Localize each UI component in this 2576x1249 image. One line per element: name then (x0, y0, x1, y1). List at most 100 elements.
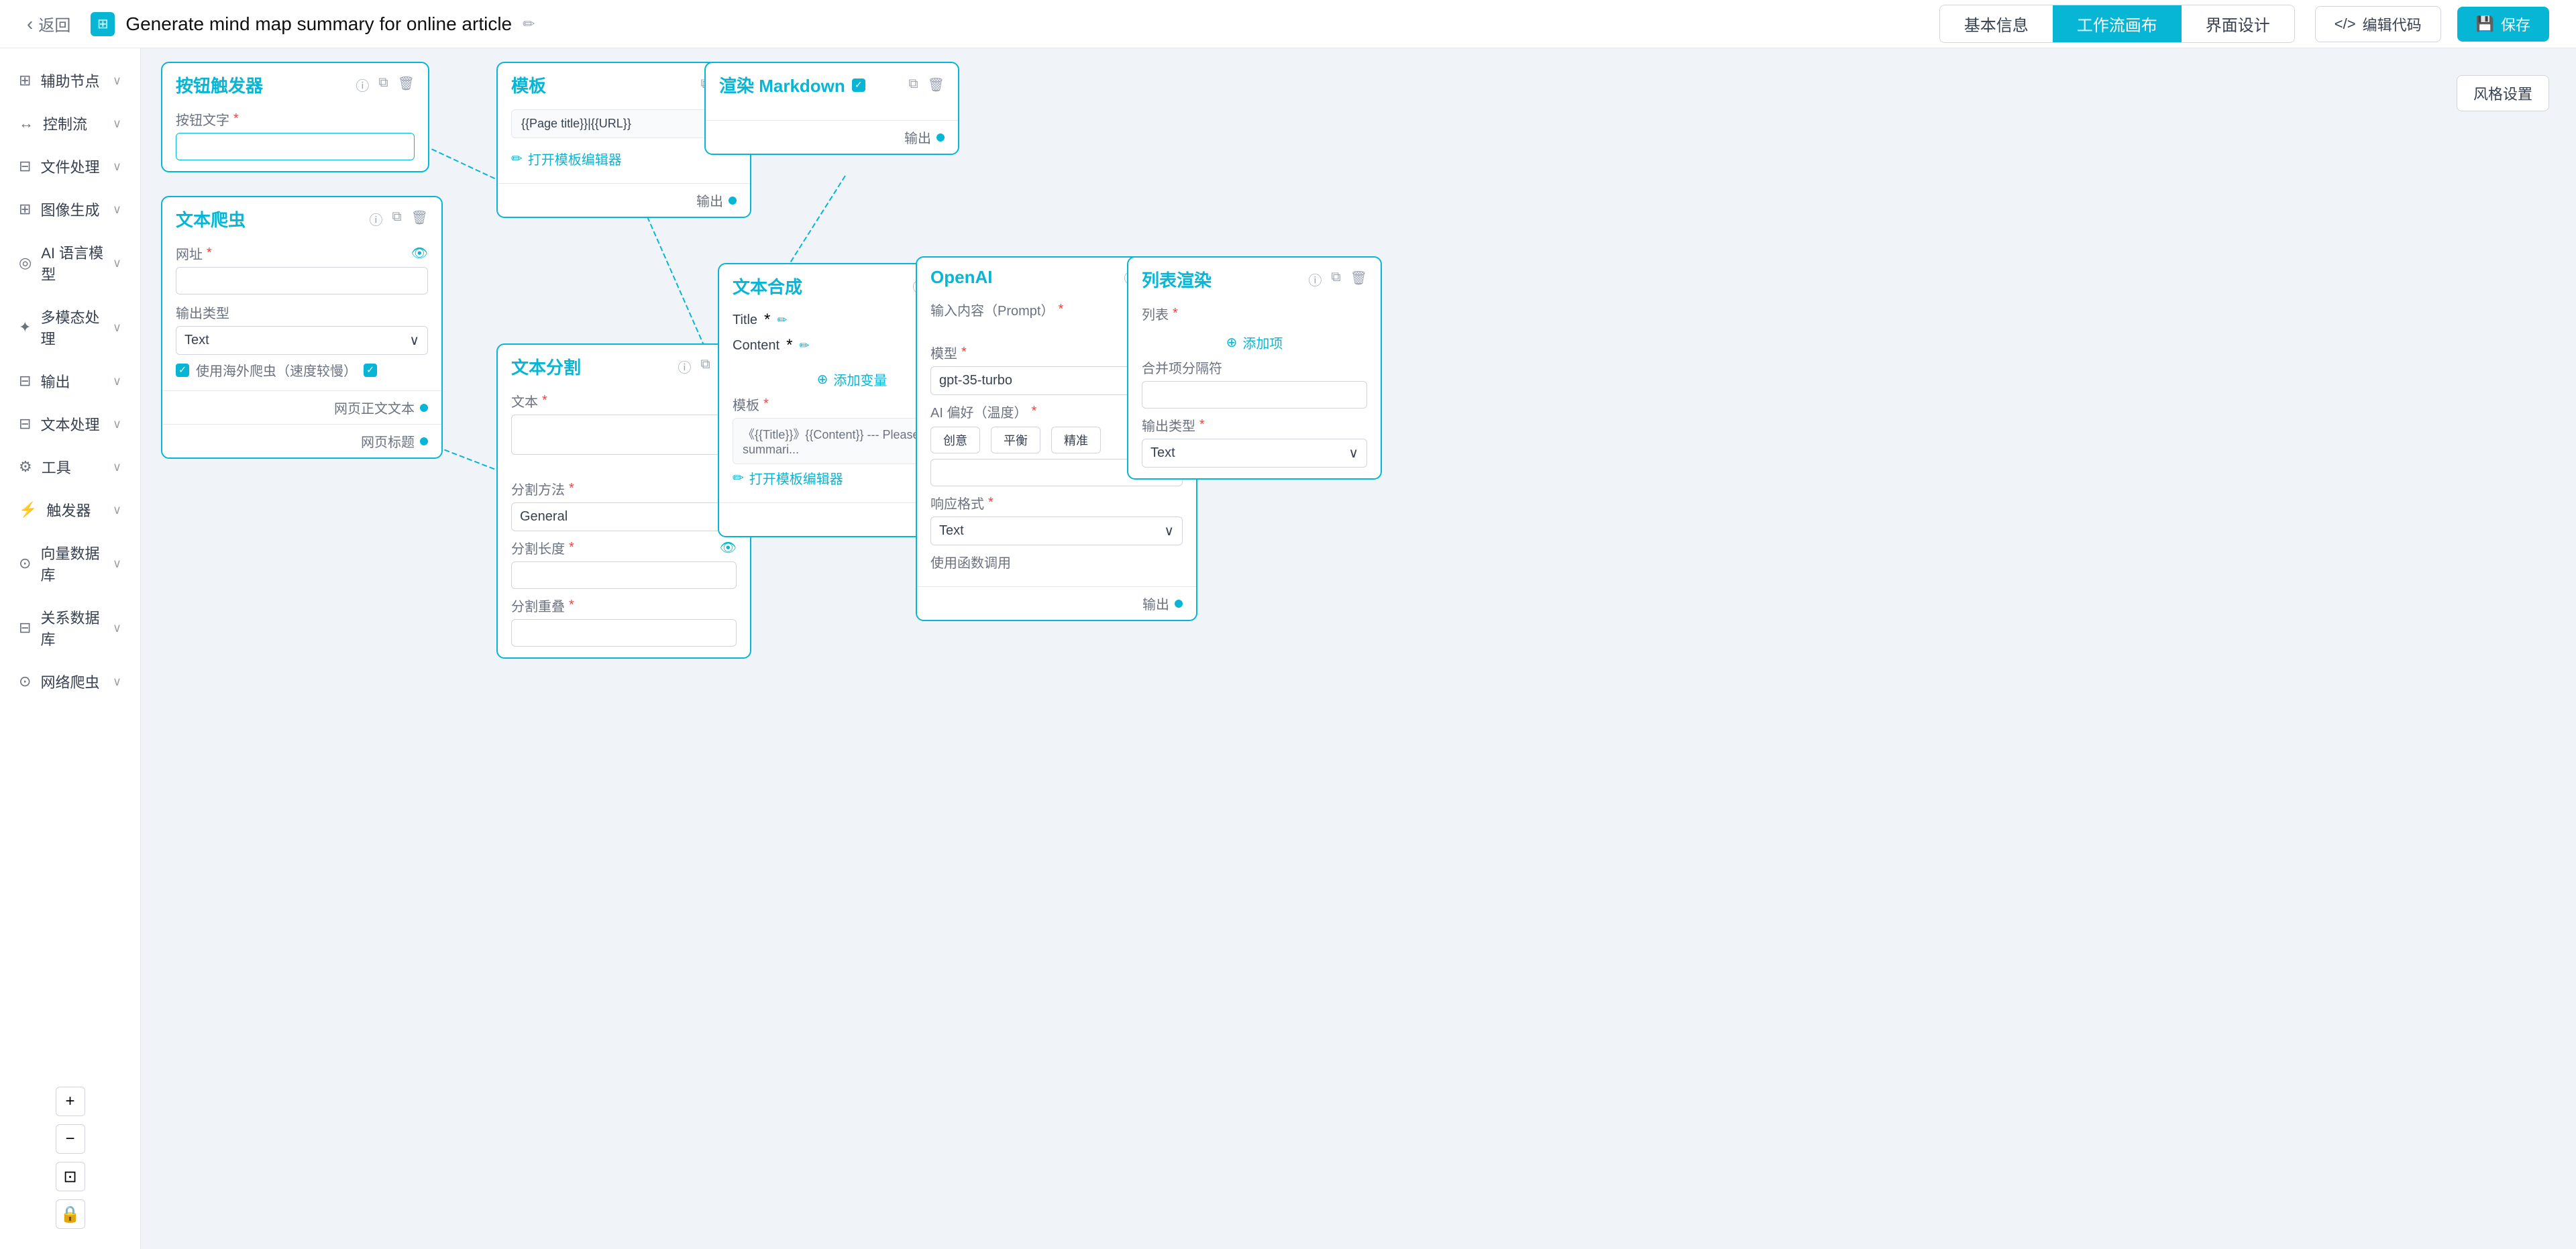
list-render-delete-icon[interactable]: 🗑 (1350, 270, 1367, 289)
page-title-area: ⊞ Generate mind map summary for online a… (91, 12, 1919, 36)
sidebar-item-vector-db[interactable]: ⊙向量数据库 ∨ (0, 531, 140, 596)
sidebar-item-text-processing[interactable]: ⊟文本处理 ∨ (0, 402, 140, 445)
vector-db-icon: ⊙ (19, 555, 31, 572)
crawler-url-label: 网址 * 👁 (176, 243, 428, 263)
zoom-in-button[interactable]: + (56, 1087, 85, 1116)
text-split-node-title: 文本分割 (511, 354, 581, 379)
style-settings-button[interactable]: 风格设置 (2457, 75, 2549, 111)
markdown-copy-icon[interactable]: ⧉ (908, 76, 918, 93)
text-split-overlap-input[interactable]: 30 (511, 619, 737, 647)
text-split-method-select[interactable]: General ∨ (511, 502, 737, 531)
crawler-node-body: 网址 * 👁 输出类型 Text ∨ ✓ 使用海外爬虫（速度较慢） ✓ (162, 238, 441, 390)
text-split-info-icon[interactable]: ⓘ (678, 357, 691, 376)
list-render-output-type-select[interactable]: Text ∨ (1142, 439, 1367, 468)
trigger-icon: ⚡ (19, 501, 37, 519)
markdown-output-dot (936, 133, 945, 142)
sidebar-item-file-processing[interactable]: ⊟文件处理 ∨ (0, 145, 140, 188)
markdown-output-row: 输出 (706, 120, 958, 154)
zoom-fit-button[interactable]: ⊡ (56, 1162, 85, 1191)
tab-workflow-canvas[interactable]: 工作流画布 (2053, 5, 2182, 42)
trigger-node-header: 按钮触发器 ⓘ ⧉ 🗑 (162, 63, 428, 104)
trigger-delete-icon[interactable]: 🗑 (398, 75, 415, 95)
text-split-length-label: 分割长度 * 👁 (511, 538, 737, 557)
crawler-overseas-checkbox[interactable]: ✓ (176, 364, 189, 377)
sidebar-item-trigger[interactable]: ⚡触发器 ∨ (0, 488, 140, 531)
markdown-node-header: 渲染 Markdown ✓ ⧉ 🗑 (706, 63, 958, 104)
image-gen-icon: ⊞ (19, 201, 31, 218)
chevron-icon: ∨ (113, 503, 121, 517)
relational-db-icon: ⊟ (19, 619, 31, 637)
edit-title-icon[interactable]: ✏ (523, 15, 535, 33)
trigger-info-icon[interactable]: ⓘ (356, 75, 369, 95)
list-render-info-icon[interactable]: ⓘ (1308, 270, 1322, 289)
trigger-button-text-input[interactable] (176, 133, 415, 160)
openai-node-title: OpenAI (930, 267, 992, 288)
list-render-list-label: 列表 * (1142, 304, 1367, 323)
markdown-delete-icon[interactable]: 🗑 (928, 76, 945, 93)
text-split-length-input[interactable]: 2000 (511, 561, 737, 589)
sidebar-item-aux-nodes[interactable]: ⊞辅助节点 ∨ (0, 59, 140, 102)
page-title: Generate mind map summary for online art… (125, 13, 512, 35)
crawler-output-type-label: 输出类型 (176, 303, 428, 322)
chevron-icon: ∨ (113, 203, 121, 217)
file-processing-icon: ⊟ (19, 158, 31, 175)
trigger-copy-icon[interactable]: ⧉ (378, 75, 388, 95)
sidebar-item-tools[interactable]: ⚙工具 ∨ (0, 445, 140, 488)
chevron-icon: ∨ (113, 675, 121, 689)
openai-pref-creative[interactable]: 创意 (930, 427, 980, 453)
sidebar-item-relational-db[interactable]: ⊟关系数据库 ∨ (0, 596, 140, 660)
list-render-merge-sep-label: 合并项分隔符 (1142, 358, 1367, 377)
back-label: 返回 (38, 12, 70, 36)
markdown-node-body (706, 104, 958, 120)
chevron-icon: ∨ (113, 557, 121, 571)
tab-basic-info[interactable]: 基本信息 (1940, 5, 2053, 42)
openai-response-format-select[interactable]: Text ∨ (930, 517, 1183, 545)
text-split-length-eye-icon[interactable]: 👁 (720, 539, 737, 556)
zoom-out-button[interactable]: − (56, 1124, 85, 1154)
control-flow-icon: ↔ (19, 115, 34, 132)
sidebar-item-image-gen[interactable]: ⊞图像生成 ∨ (0, 188, 140, 231)
text-merge-node-title: 文本合成 (733, 274, 802, 298)
crawler-overseas-check2[interactable]: ✓ (364, 364, 377, 377)
crawler-url-input[interactable] (176, 267, 428, 294)
tab-ui-design[interactable]: 界面设计 (2182, 5, 2294, 42)
select-chevron-icon: ∨ (1164, 523, 1174, 539)
template-open-editor-button[interactable]: ✏ 打开模板编辑器 (511, 145, 737, 172)
select-chevron-icon: ∨ (1348, 445, 1358, 461)
text-split-copy-icon[interactable]: ⧉ (700, 357, 710, 376)
text-split-text-input[interactable] (511, 415, 737, 455)
zoom-lock-button[interactable]: 🔒 (56, 1199, 85, 1229)
crawler-node-header: 文本爬虫 ⓘ ⧉ 🗑 (162, 197, 441, 238)
sidebar-item-control-flow[interactable]: ↔控制流 ∨ (0, 102, 140, 145)
text-split-char-count: 0 (511, 459, 737, 474)
sidebar-item-web-crawler[interactable]: ⊙网络爬虫 ∨ (0, 660, 140, 703)
list-render-output-type-label: 输出类型 * (1142, 415, 1367, 435)
back-button[interactable]: ‹ 返回 (27, 12, 70, 36)
template-output-dot (729, 197, 737, 205)
crawler-url-eye-icon[interactable]: 👁 (411, 245, 428, 262)
openai-pref-balanced[interactable]: 平衡 (991, 427, 1040, 453)
text-merge-content-edit-icon[interactable]: ✏ (799, 339, 809, 353)
sidebar-item-ai-llm[interactable]: ◎AI 语言模型 ∨ (0, 231, 140, 295)
crawler-output2-dot (420, 437, 428, 445)
list-render-copy-icon[interactable]: ⧉ (1331, 270, 1340, 289)
text-merge-title-edit-icon[interactable]: ✏ (777, 313, 787, 327)
list-render-merge-sep-input[interactable]: \n (1142, 381, 1367, 409)
crawler-output1-dot (420, 404, 428, 412)
crawler-node-actions: ⓘ ⧉ 🗑 (369, 209, 428, 229)
crawler-delete-icon[interactable]: 🗑 (411, 209, 428, 229)
markdown-checkbox[interactable]: ✓ (852, 78, 865, 92)
page-icon: ⊞ (91, 12, 115, 36)
edit-code-button[interactable]: </> 编辑代码 (2315, 6, 2441, 42)
list-render-node-title: 列表渲染 (1142, 267, 1212, 292)
list-render-add-item-button[interactable]: ⊕ 添加项 (1142, 327, 1367, 358)
openai-pref-precise[interactable]: 精准 (1051, 427, 1101, 453)
trigger-node-body: 按钮文字 * (162, 104, 428, 171)
crawler-info-icon[interactable]: ⓘ (369, 209, 382, 229)
sidebar-item-output[interactable]: ⊟输出 ∨ (0, 360, 140, 402)
sidebar-item-multimodal[interactable]: ✦多模态处理 ∨ (0, 295, 140, 360)
back-arrow-icon: ‹ (27, 13, 33, 35)
save-button[interactable]: 💾 保存 (2457, 7, 2549, 42)
crawler-copy-icon[interactable]: ⧉ (392, 209, 401, 229)
crawler-output-type-select[interactable]: Text ∨ (176, 326, 428, 355)
